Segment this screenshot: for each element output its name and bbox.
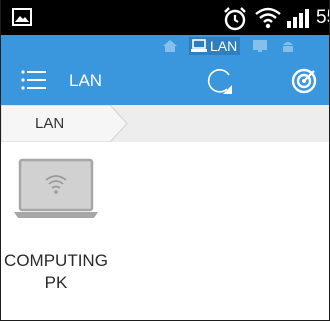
cast-icon[interactable] <box>252 39 268 53</box>
nav-lan-tab[interactable]: LAN <box>189 37 241 55</box>
lan-icon <box>191 39 207 52</box>
signal-icon <box>287 9 309 28</box>
android-icon[interactable] <box>281 39 295 53</box>
menu-icon[interactable] <box>21 69 47 91</box>
breadcrumb-label: LAN <box>35 115 65 132</box>
app-header: LAN LAN <box>1 35 329 105</box>
breadcrumb-arrow-shape <box>1 105 128 142</box>
device-name: COMPUTINGPK <box>4 251 108 292</box>
device-item[interactable]: COMPUTINGPK <box>1 158 111 292</box>
app-window: 55 LAN LAN <box>0 0 330 321</box>
status-bar: 55 <box>1 0 329 35</box>
alarm-icon <box>224 7 246 31</box>
device-grid: COMPUTINGPK <box>1 142 329 320</box>
wifi-icon <box>255 7 281 29</box>
breadcrumb: LAN <box>1 105 329 142</box>
nav-lan-label: LAN <box>210 38 238 54</box>
refresh-icon[interactable] <box>205 66 235 96</box>
home-icon[interactable] <box>162 39 178 53</box>
battery-level: 55 <box>316 7 329 28</box>
breadcrumb-item-lan[interactable]: LAN <box>1 105 131 142</box>
target-icon[interactable] <box>290 67 318 95</box>
laptop-wifi-icon <box>14 158 98 218</box>
page-title: LAN <box>69 71 103 90</box>
gallery-thumbnail-icon <box>12 8 32 26</box>
